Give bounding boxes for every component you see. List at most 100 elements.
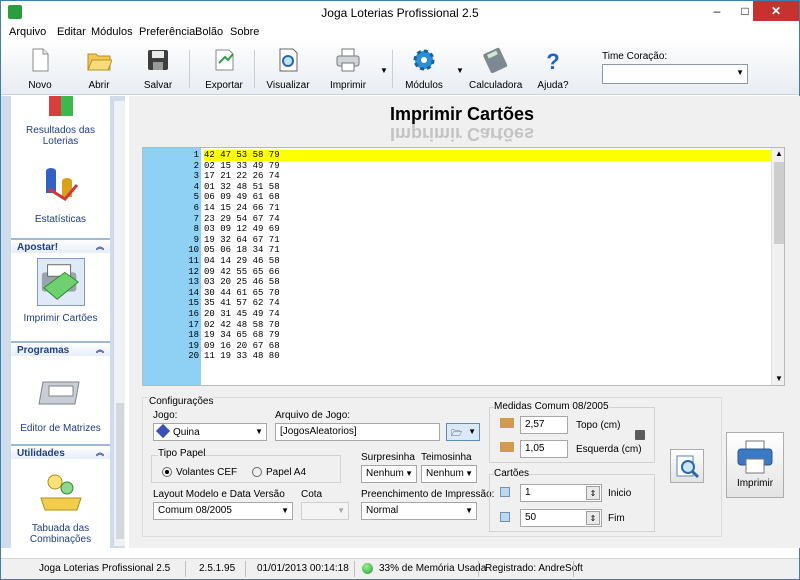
close-button[interactable]: ✕ bbox=[753, 1, 799, 21]
spinner-icon[interactable]: ⇕ bbox=[586, 486, 600, 500]
print-dropdown-arrow[interactable]: ▼ bbox=[380, 66, 388, 75]
save-measures-icon[interactable] bbox=[635, 430, 645, 440]
preview-print-button[interactable] bbox=[670, 449, 704, 483]
chevron-down-icon: ▼ bbox=[465, 469, 473, 478]
list-item[interactable]: 8 03 09 12 49 69 bbox=[143, 224, 771, 235]
window-title: Joga Loterias Profissional 2.5 bbox=[321, 6, 479, 20]
list-item[interactable]: 13 03 20 25 46 58 bbox=[143, 277, 771, 288]
sidebar-item-tabuada[interactable]: Tabuada das Combinações bbox=[11, 468, 110, 545]
list-item[interactable]: 15 35 41 57 62 74 bbox=[143, 298, 771, 309]
collapse-icon[interactable]: ︽ bbox=[96, 241, 104, 252]
folder-icon: 🗁 bbox=[451, 428, 463, 438]
list-item[interactable]: 16 20 31 45 49 74 bbox=[143, 309, 771, 320]
list-item[interactable]: 17 02 42 48 58 70 bbox=[143, 320, 771, 331]
modules-button[interactable]: Módulos bbox=[403, 45, 445, 93]
minimize-button[interactable]: – bbox=[703, 1, 731, 21]
preview-button[interactable]: Visualizar bbox=[265, 45, 311, 93]
new-document-icon bbox=[32, 48, 49, 72]
jogo-select[interactable]: Quina ▼ bbox=[153, 423, 267, 441]
line-number: 18 bbox=[188, 330, 199, 341]
toolbar-separator bbox=[392, 50, 393, 88]
sidebar-item-imprimir-cartoes[interactable]: Imprimir Cartões bbox=[11, 258, 110, 324]
menu-arquivo[interactable]: Arquivo bbox=[9, 26, 46, 38]
magnifier-icon bbox=[676, 455, 700, 479]
list-item[interactable]: 9 19 32 64 67 71 bbox=[143, 235, 771, 246]
radio-selected-icon bbox=[162, 467, 172, 478]
arquivo-input[interactable]: [JogosAleatorios] bbox=[275, 423, 440, 441]
list-item[interactable]: 10 05 06 18 34 71 bbox=[143, 245, 771, 256]
esquerda-input[interactable]: 1,05 bbox=[520, 440, 568, 458]
calculator-icon bbox=[483, 47, 508, 74]
topo-input[interactable]: 2,57 bbox=[520, 416, 568, 434]
games-list-scrollbar[interactable]: ▲ ▼ bbox=[771, 148, 784, 385]
menu-modulos[interactable]: Módulos bbox=[91, 26, 133, 38]
modules-dropdown-arrow[interactable]: ▼ bbox=[456, 66, 464, 75]
status-memory: 33% de Memória Usada bbox=[379, 563, 487, 574]
teimosinha-select[interactable]: Nenhum ▼ bbox=[421, 465, 477, 483]
layout-select[interactable]: Comum 08/2005 ▼ bbox=[153, 502, 293, 520]
help-button[interactable]: ? Ajuda? bbox=[534, 45, 572, 93]
list-item[interactable]: 19 09 16 20 67 68 bbox=[143, 341, 771, 352]
fim-input[interactable]: 50 ⇕ bbox=[520, 509, 602, 527]
sidebar-item-editor-matrizes[interactable]: Editor de Matrizes bbox=[11, 368, 110, 434]
spinner-icon[interactable]: ⇕ bbox=[586, 511, 600, 525]
gear-icon bbox=[413, 49, 435, 71]
games-list-scroll-thumb[interactable] bbox=[774, 162, 784, 244]
arquivo-browse-button[interactable]: 🗁 ▼ bbox=[446, 423, 480, 441]
volantes-cef-radio[interactable]: Volantes CEF bbox=[162, 467, 237, 478]
menu-bar: Arquivo Editar Módulos Preferência Bolão… bbox=[1, 24, 799, 42]
menu-editar[interactable]: Editar bbox=[57, 26, 86, 38]
sidebar-item-resultados[interactable]: Resultados das Loterias bbox=[11, 96, 110, 147]
time-coracao-select[interactable]: ▼ bbox=[602, 64, 748, 84]
menu-bolao[interactable]: Bolão bbox=[195, 26, 223, 38]
collapse-icon[interactable]: ︽ bbox=[96, 344, 104, 355]
config-group-label: Configurações bbox=[149, 396, 214, 407]
list-item[interactable]: 20 11 19 33 48 80 bbox=[143, 351, 771, 362]
inicio-input[interactable]: 1 ⇕ bbox=[520, 484, 602, 502]
list-item[interactable]: 3 17 21 22 26 74 bbox=[143, 171, 771, 182]
print-button[interactable]: Imprimir bbox=[328, 45, 368, 93]
sidebar-section-apostar[interactable]: Apostar! ︽ bbox=[11, 238, 110, 253]
collapse-icon[interactable]: ︽ bbox=[96, 447, 104, 458]
card-icon bbox=[500, 487, 510, 497]
printer-icon bbox=[737, 440, 773, 474]
game-numbers: 06 09 49 61 68 bbox=[204, 192, 280, 203]
imprimir-button[interactable]: Imprimir bbox=[726, 432, 784, 498]
medidas-group: Medidas Comum 08/2005 2,57 Topo (cm) 1,0… bbox=[489, 401, 655, 463]
list-item[interactable]: 4 01 32 48 51 58 bbox=[143, 182, 771, 193]
list-item[interactable]: 1 42 47 53 58 79 bbox=[143, 150, 771, 161]
list-item[interactable]: 11 04 14 29 46 58 bbox=[143, 256, 771, 267]
menu-preferencia[interactable]: Preferência bbox=[139, 26, 195, 38]
list-item[interactable]: 5 06 09 49 61 68 bbox=[143, 192, 771, 203]
list-item[interactable]: 2 02 15 33 49 79 bbox=[143, 161, 771, 172]
list-item[interactable]: 12 09 42 55 65 66 bbox=[143, 267, 771, 278]
print-cards-icon bbox=[36, 258, 85, 306]
calculator-button[interactable]: Calculadora bbox=[469, 45, 522, 93]
game-numbers: 30 44 61 65 70 bbox=[204, 287, 280, 298]
surpresinha-select[interactable]: Nenhum ▼ bbox=[361, 465, 417, 483]
sidebar-item-estatisticas[interactable]: Estatísticas bbox=[11, 159, 110, 225]
sidebar-scrollbar[interactable] bbox=[113, 101, 125, 546]
sidebar-scroll-thumb[interactable] bbox=[116, 403, 124, 539]
games-list[interactable]: 1 42 47 53 58 79 2 02 15 33 49 79 3 17 21 22 … bbox=[142, 147, 785, 386]
sidebar-section-programas[interactable]: Programas ︽ bbox=[11, 341, 110, 356]
export-button[interactable]: Exportar bbox=[201, 45, 247, 93]
sidebar-section-utilidades[interactable]: Utilidades ︽ bbox=[11, 444, 110, 459]
list-item[interactable]: 14 30 44 61 65 70 bbox=[143, 288, 771, 299]
papel-a4-radio[interactable]: Papel A4 bbox=[252, 467, 306, 478]
list-item[interactable]: 18 19 34 65 68 79 bbox=[143, 330, 771, 341]
save-button[interactable]: Salvar bbox=[139, 45, 177, 93]
scroll-up-icon[interactable]: ▲ bbox=[775, 149, 783, 158]
list-item[interactable]: 6 14 15 24 66 71 bbox=[143, 203, 771, 214]
new-button[interactable]: Novo bbox=[21, 45, 59, 93]
layout-label: Layout Modelo e Data Versão bbox=[153, 489, 285, 500]
game-numbers: 01 32 48 51 58 bbox=[204, 181, 280, 192]
chevron-down-icon: ▼ bbox=[405, 469, 413, 478]
cota-select[interactable]: ▼ bbox=[301, 502, 349, 520]
list-item[interactable]: 7 23 29 54 67 74 bbox=[143, 214, 771, 225]
scroll-down-icon[interactable]: ▼ bbox=[775, 374, 783, 383]
esquerda-label: Esquerda (cm) bbox=[576, 444, 642, 455]
preenchimento-select[interactable]: Normal ▼ bbox=[361, 502, 477, 520]
menu-sobre[interactable]: Sobre bbox=[230, 26, 259, 38]
open-button[interactable]: Abrir bbox=[80, 45, 118, 93]
